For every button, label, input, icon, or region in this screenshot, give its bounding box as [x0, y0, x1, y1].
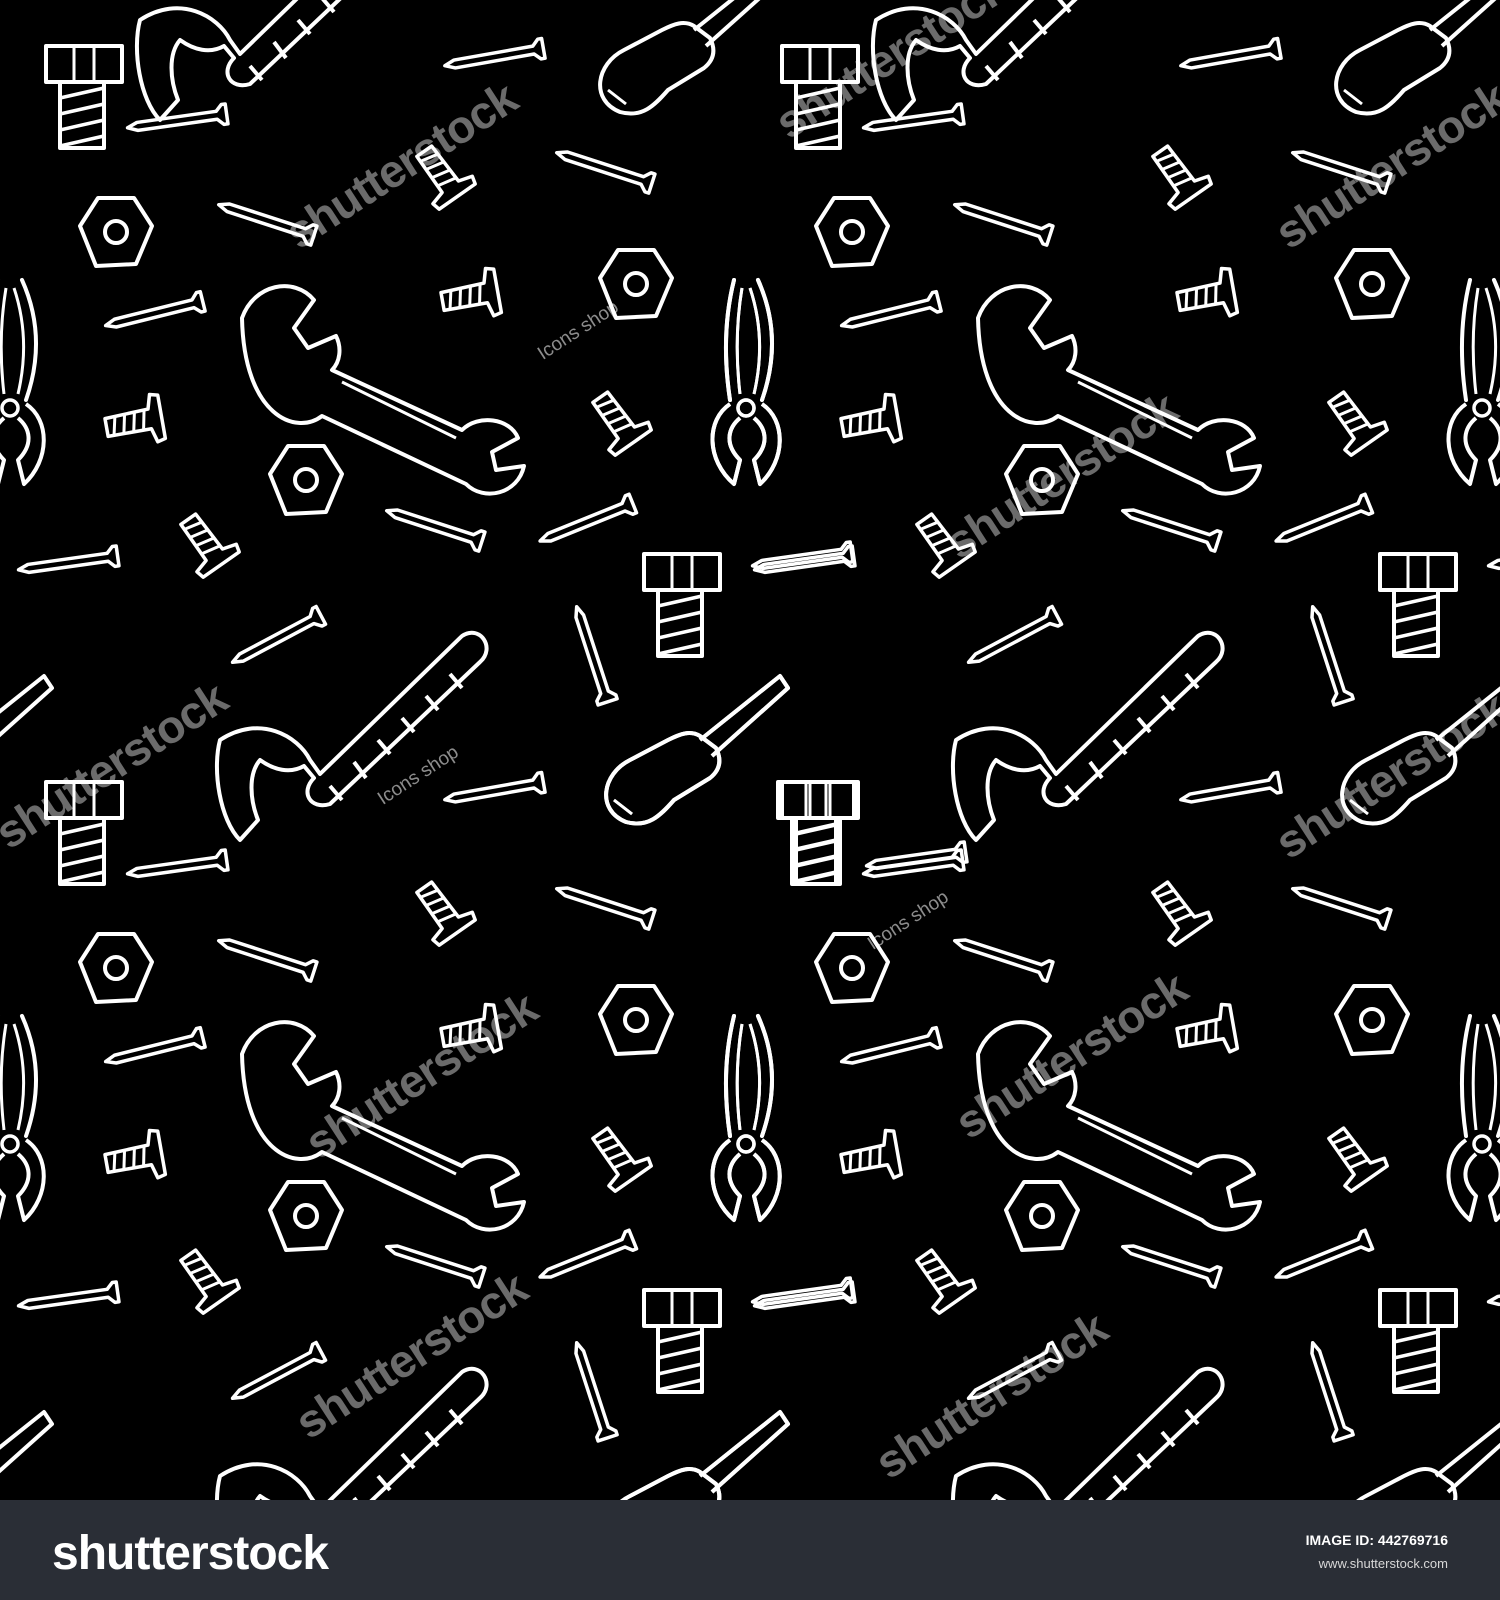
bolt-icon: [642, 1288, 722, 1394]
nail-icon: [226, 604, 328, 673]
site-url: www.shutterstock.com: [1318, 1556, 1448, 1571]
pliers-icon: [0, 1014, 46, 1222]
screw-icon: [167, 1239, 243, 1317]
screwdriver-icon: [604, 674, 790, 826]
hammer-icon: [134, 0, 409, 122]
screw-icon: [100, 1127, 168, 1188]
nut-icon: [598, 984, 674, 1056]
shutterstock-logo: shutterstock: [52, 1527, 329, 1580]
screw-icon: [436, 265, 504, 326]
nail-icon: [381, 1235, 487, 1289]
image-id-block: IMAGE ID: 442769716 www.shutterstock.com: [1306, 1532, 1448, 1571]
image-id-value: 442769716: [1377, 1532, 1448, 1548]
nail-icon: [565, 601, 619, 707]
nail-icon: [441, 36, 547, 78]
image-id-label: IMAGE ID:: [1305, 1532, 1375, 1548]
nut-icon: [78, 932, 154, 1004]
screw-icon: [403, 871, 479, 949]
screwdriver-icon: [0, 1410, 54, 1500]
screw-icon: [579, 1117, 655, 1195]
bolt-icon: [642, 552, 722, 658]
nail-icon: [213, 929, 319, 983]
wrench-icon: [240, 284, 526, 496]
nail-icon: [381, 499, 487, 553]
footer-bar: shutterstock IMAGE ID: 442769716 www.shu…: [0, 1500, 1500, 1600]
nail-icon: [15, 1280, 121, 1318]
nail-icon: [101, 289, 207, 338]
nail-icon: [101, 1025, 207, 1074]
nail-icon: [441, 770, 547, 812]
tools-doodle-pattern: shutterstock shutterstock shutterstock s…: [0, 0, 1500, 1500]
nut-icon: [78, 196, 154, 268]
nail-icon: [124, 848, 230, 886]
nail-icon: [565, 1337, 619, 1443]
pattern-tile-repeat: [606, 0, 1500, 1500]
hammer-icon: [214, 630, 489, 842]
nail-icon: [534, 492, 639, 552]
screw-icon: [167, 503, 243, 581]
bolt-icon: [776, 780, 856, 886]
nail-icon: [15, 544, 121, 582]
nail-icon: [551, 141, 657, 195]
nail-icon: [534, 1228, 639, 1288]
bolt-icon: [44, 44, 124, 150]
pliers-icon: [0, 278, 46, 486]
screwdriver-icon: [598, 0, 784, 116]
screw-icon: [579, 381, 655, 459]
nut-icon: [268, 444, 344, 516]
nut-icon: [268, 1180, 344, 1252]
nail-icon: [551, 877, 657, 931]
nail-icon: [124, 102, 230, 140]
screw-icon: [100, 391, 168, 452]
image-id-line: IMAGE ID: 442769716: [1306, 1532, 1448, 1548]
